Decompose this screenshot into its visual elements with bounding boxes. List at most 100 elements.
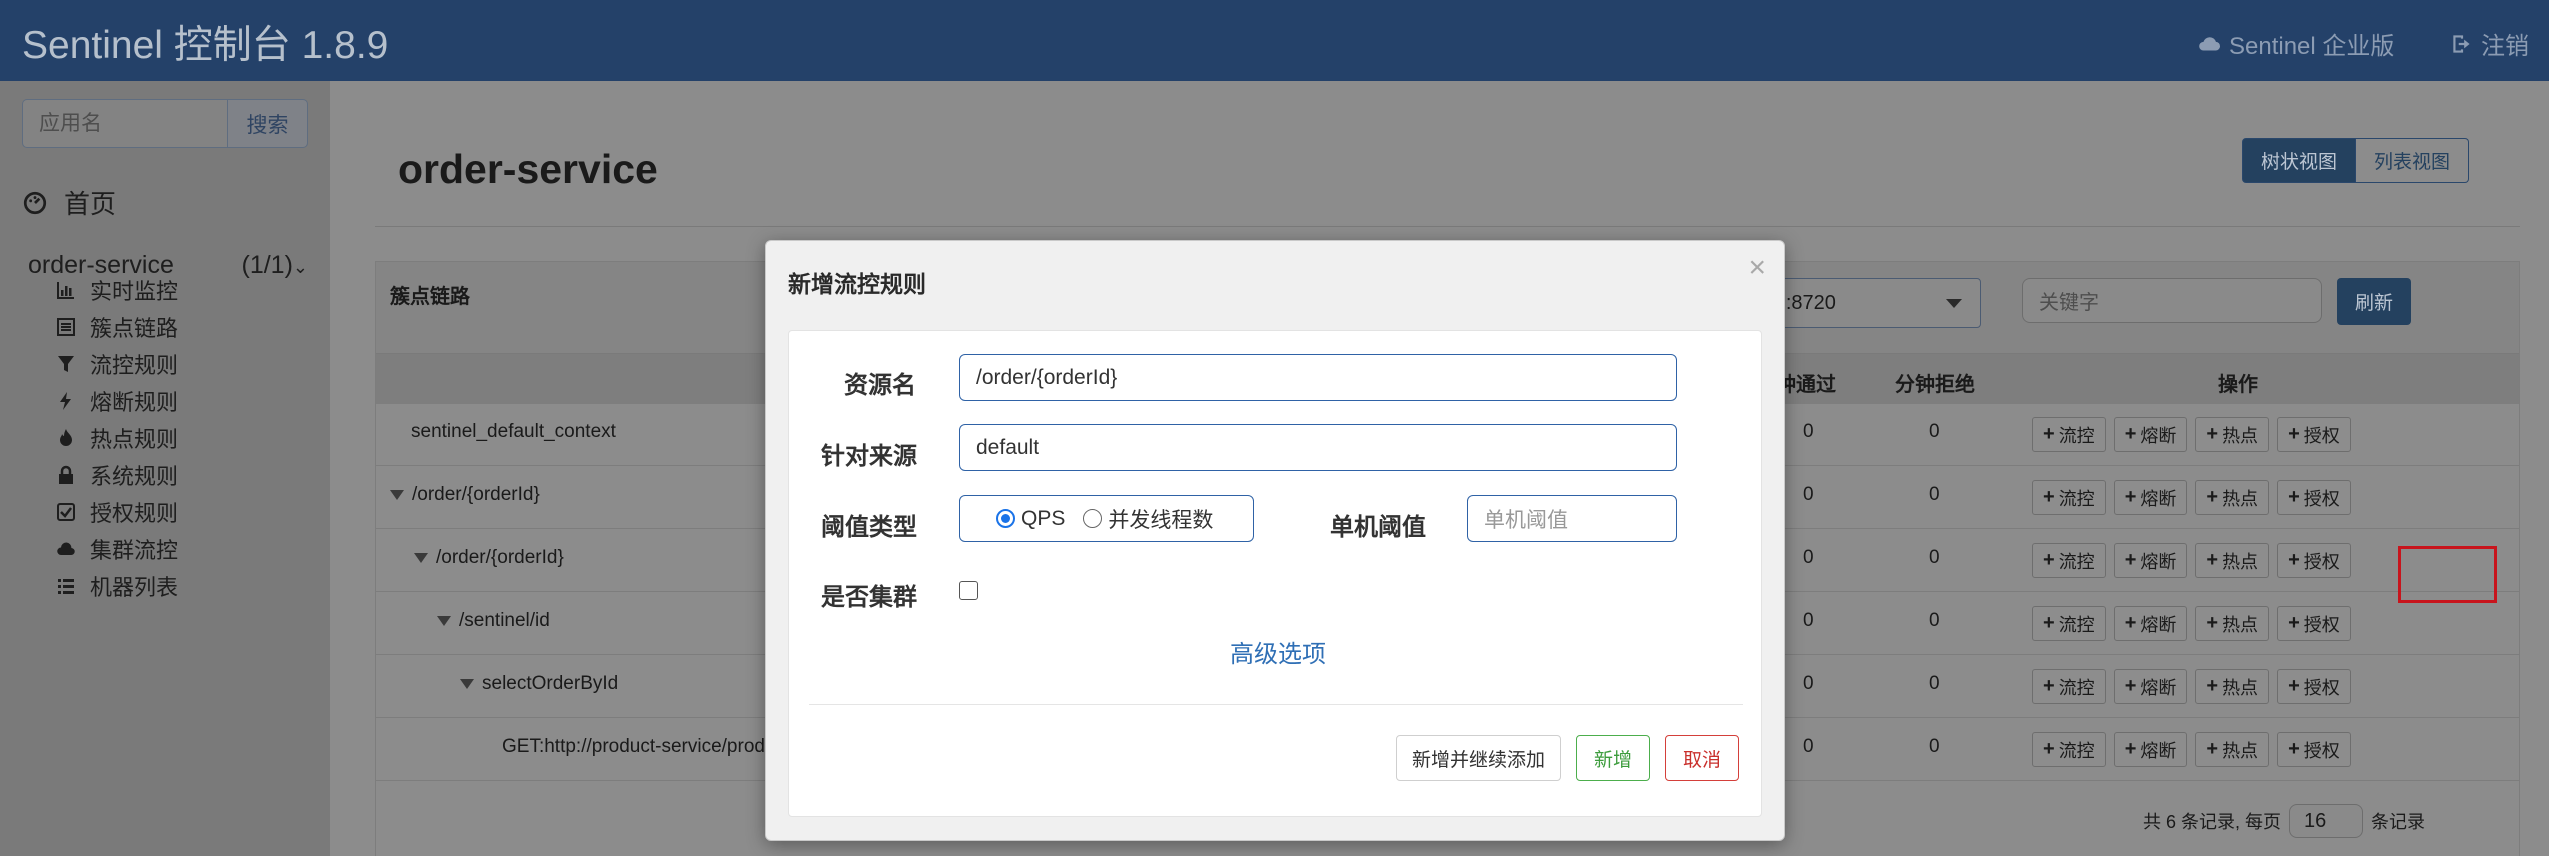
brand-title[interactable]: Sentinel 控制台 1.8.9 [22, 14, 388, 70]
add-button[interactable]: 新增 [1576, 735, 1650, 781]
resource-name[interactable]: selectOrderById [460, 673, 618, 695]
auth-button[interactable]: + 授权 [2277, 669, 2351, 704]
page-size-input[interactable]: 16 [2289, 804, 2364, 838]
sidebar-item-realtime[interactable]: 实时监控 [56, 274, 178, 306]
radio-button-checked[interactable] [996, 509, 1015, 528]
sidebar-item-cluster-link[interactable]: 簇点链路 [56, 311, 178, 343]
sidebar-item-cluster-flow[interactable]: 集群流控 [56, 533, 178, 565]
origin-field[interactable]: default [959, 424, 1677, 471]
enterprise-link[interactable]: Sentinel 企业版 [2197, 26, 2394, 61]
block-value: 0 [1929, 673, 1940, 694]
hotspot-button[interactable]: + 热点 [2195, 606, 2270, 641]
plus-icon: + [2288, 549, 2300, 571]
sidebar-item-system-rules[interactable]: 系统规则 [56, 459, 178, 491]
plus-icon: + [2124, 423, 2137, 445]
caret-down-icon [390, 490, 404, 500]
sign-out-icon [2453, 34, 2470, 53]
auth-button[interactable]: + 授权 [2277, 606, 2351, 641]
hotspot-button[interactable]: + 热点 [2195, 417, 2270, 452]
close-icon[interactable]: × [1748, 251, 1766, 285]
enterprise-link-label: Sentinel 企业版 [2229, 33, 2395, 60]
fire-icon [60, 429, 72, 446]
block-value: 0 [1929, 547, 1940, 568]
degrade-button[interactable]: + 熔断 [2113, 543, 2188, 578]
add-and-continue-button[interactable]: 新增并继续添加 [1396, 735, 1561, 781]
resource-name: GET:http://product-service/produc [502, 736, 786, 757]
sidebar-item-machines[interactable]: 机器列表 [56, 570, 178, 602]
threshold-type-label: 阈值类型 [821, 514, 917, 541]
dashboard-icon [23, 191, 47, 214]
refresh-button[interactable]: 刷新 [2337, 278, 2411, 325]
cloud-icon [2199, 36, 2221, 51]
plus-icon: + [2124, 675, 2137, 697]
degrade-button[interactable]: + 熔断 [2113, 606, 2188, 641]
keyword-input[interactable]: 关键字 [2022, 278, 2322, 323]
app-search-button[interactable]: 搜索 [227, 99, 308, 148]
highlight-box [2398, 546, 2497, 603]
sidebar-item-label: 熔断规则 [90, 390, 179, 415]
sidebar-item-label: 授权规则 [90, 501, 179, 526]
degrade-button[interactable]: + 熔断 [2113, 669, 2188, 704]
plus-icon: + [2043, 612, 2055, 634]
radio-qps[interactable]: QPS [996, 507, 1065, 531]
hotspot-button[interactable]: + 热点 [2195, 480, 2270, 515]
plus-icon: + [2206, 423, 2219, 445]
flow-button[interactable]: + 流控 [2032, 669, 2106, 704]
divider [809, 704, 1743, 705]
flow-button[interactable]: + 流控 [2032, 480, 2106, 515]
pass-value: 0 [1803, 547, 1814, 568]
sidebar-item-auth-rules[interactable]: 授权规则 [56, 496, 178, 528]
advanced-options-link[interactable]: 高级选项 [1230, 634, 1326, 669]
list-view-button[interactable]: 列表视图 [2356, 138, 2470, 183]
dialog-body: 资源名 /order/{orderId} 针对来源 default 阈值类型 Q… [788, 330, 1762, 817]
hotspot-button[interactable]: + 热点 [2195, 669, 2270, 704]
bolt-icon [60, 392, 71, 410]
threshold-field[interactable]: 单机阈值 [1467, 495, 1677, 542]
resource-name[interactable]: /order/{orderId} [414, 547, 564, 569]
plus-icon: + [2288, 423, 2300, 445]
resource-field[interactable]: /order/{orderId} [959, 354, 1677, 401]
pass-value: 0 [1803, 421, 1814, 442]
pass-value: 0 [1803, 673, 1814, 694]
block-value: 0 [1929, 736, 1940, 757]
radio-button[interactable] [1083, 509, 1103, 528]
sidebar-item-hotspot-rules[interactable]: 热点规则 [56, 422, 178, 454]
cluster-checkbox[interactable] [959, 581, 978, 600]
block-value: 0 [1929, 484, 1940, 505]
flow-button[interactable]: + 流控 [2032, 543, 2106, 578]
sidebar-item-flow-rules[interactable]: 流控规则 [56, 348, 178, 380]
tree-view-button[interactable]: 树状视图 [2242, 138, 2357, 183]
sidebar-item-home[interactable]: 首页 [22, 184, 116, 221]
hotspot-button[interactable]: + 热点 [2195, 543, 2270, 578]
divider [375, 226, 2520, 227]
cancel-button[interactable]: 取消 [1665, 735, 1739, 781]
hotspot-button[interactable]: + 热点 [2195, 732, 2270, 767]
flow-button[interactable]: + 流控 [2032, 606, 2106, 641]
sidebar-item-degrade-rules[interactable]: 熔断规则 [56, 385, 178, 417]
flow-button[interactable]: + 流控 [2032, 417, 2106, 452]
threshold-label: 单机阈值 [1330, 514, 1426, 541]
auth-button[interactable]: + 授权 [2277, 732, 2351, 767]
resource-name[interactable]: /sentinel/id [437, 610, 550, 632]
radio-threads[interactable]: 并发线程数 [1083, 504, 1213, 534]
app-search-input[interactable] [22, 99, 227, 148]
list-icon [57, 318, 75, 336]
flow-button[interactable]: + 流控 [2032, 732, 2106, 767]
caret-down-icon [1946, 299, 1962, 308]
auth-button[interactable]: + 授权 [2277, 480, 2351, 515]
cluster-label: 是否集群 [821, 584, 917, 611]
plus-icon: + [2288, 675, 2300, 697]
degrade-button[interactable]: + 熔断 [2113, 480, 2188, 515]
auth-button[interactable]: + 授权 [2277, 417, 2351, 452]
plus-icon: + [2288, 612, 2300, 634]
plus-icon: + [2124, 738, 2137, 760]
logout-link[interactable]: 注销 [2449, 26, 2529, 61]
sidebar-item-label: 簇点链路 [90, 316, 179, 341]
row-actions: + 流控 + 熔断 + 热点 + 授权 [2032, 543, 2351, 578]
resource-name[interactable]: /order/{orderId} [390, 484, 540, 506]
auth-button[interactable]: + 授权 [2277, 543, 2351, 578]
plus-icon: + [2206, 738, 2219, 760]
degrade-button[interactable]: + 熔断 [2113, 732, 2188, 767]
degrade-button[interactable]: + 熔断 [2113, 417, 2188, 452]
check-square-icon [57, 503, 75, 521]
